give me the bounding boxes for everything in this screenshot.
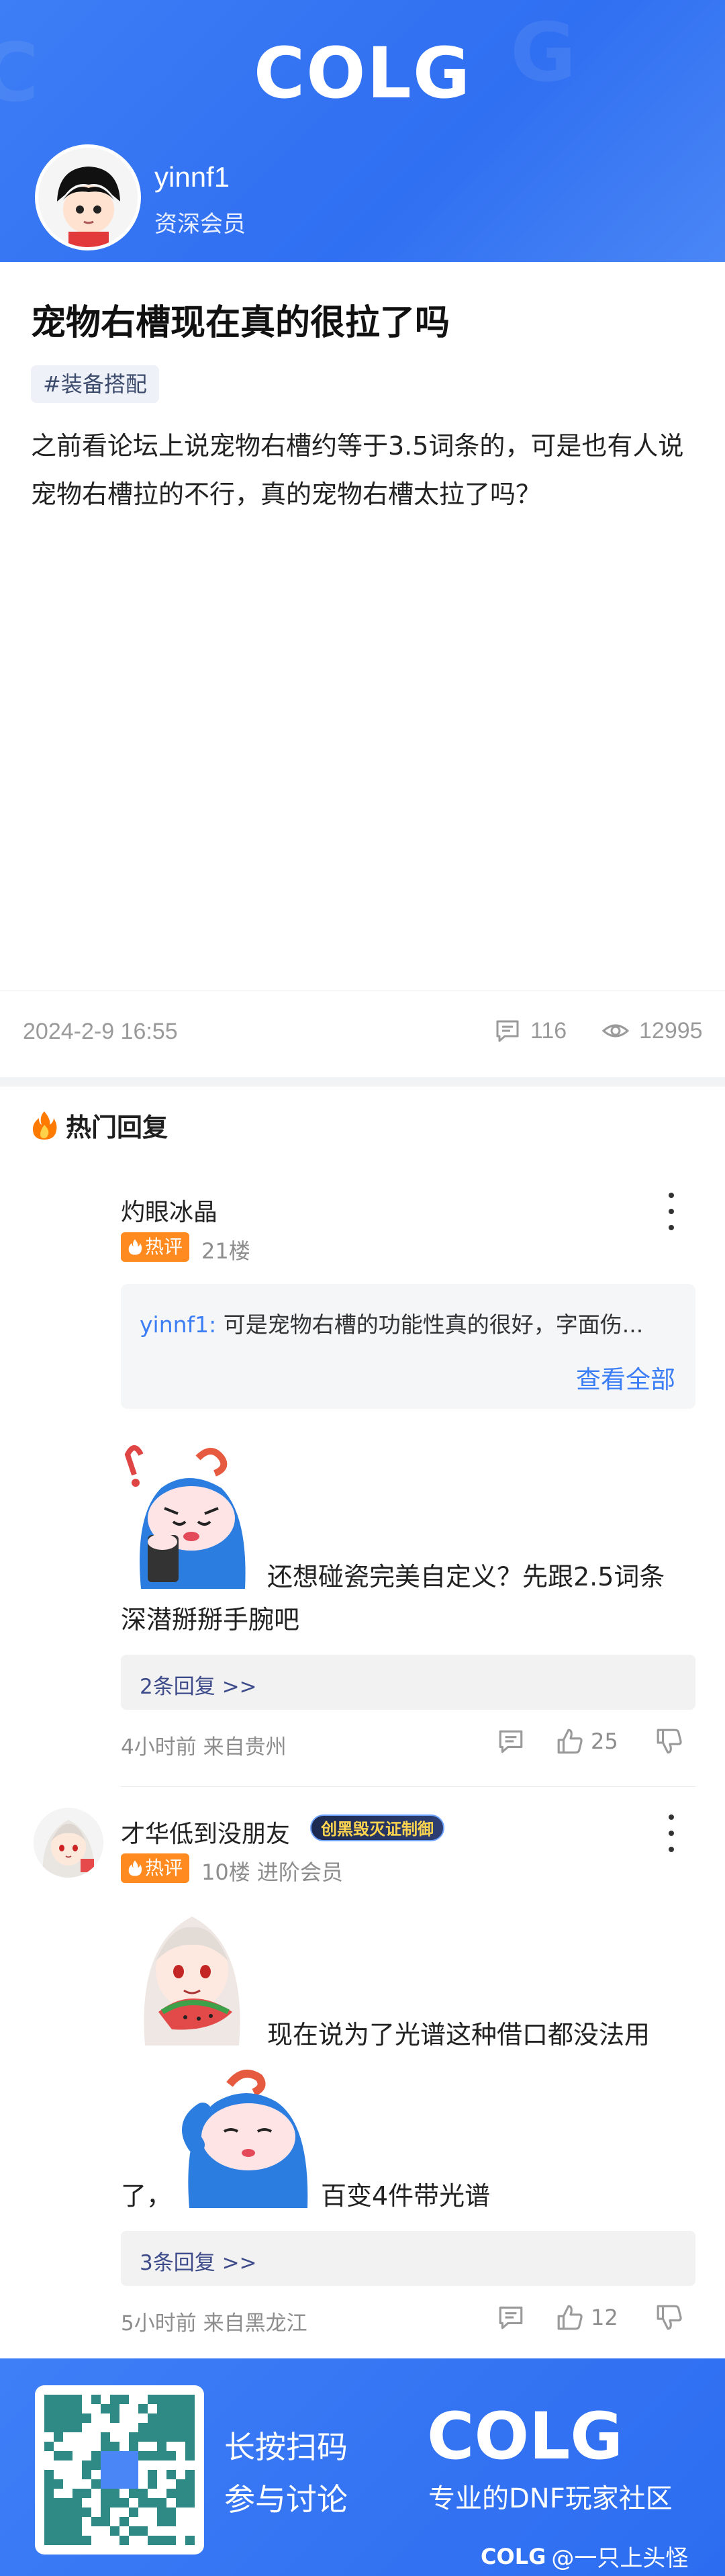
watermark-logo: COLG — [481, 2543, 546, 2569]
comment-text: 现在说为了光谱这种借口都没法用 — [267, 2020, 650, 2050]
comment-meta: 4小时前 来自贵州 — [121, 1735, 287, 1759]
post-body: 之前看论坛上说宠物右槽约等于3.5词条的，可是也有人说宠物右槽拉的不行，真的宠物… — [31, 431, 684, 509]
view-replies-button[interactable]: 3条回复 >> — [121, 2231, 695, 2286]
post-date: 2024-2-9 16:55 — [23, 1019, 178, 1044]
eye-icon — [601, 1024, 630, 1038]
comment-text: 了， — [121, 2181, 173, 2211]
header-banner: C G COLG yinnf1 资深会员 — [0, 0, 725, 262]
dislike-button[interactable] — [655, 1727, 683, 1755]
reply-button[interactable] — [497, 1727, 525, 1755]
scan-prompt: 长按扫码 — [224, 2429, 348, 2465]
watermark-text: @一只上头怪 — [551, 2545, 689, 2572]
comment-author[interactable]: 灼眼冰晶 — [121, 1193, 218, 1228]
footer-logo: COLG — [427, 2399, 624, 2474]
comment-count-value: 116 — [530, 1017, 567, 1044]
post-title: 宠物右槽现在真的很拉了吗 — [31, 303, 450, 343]
dislike-button[interactable] — [655, 2303, 683, 2332]
comment-text: 深潜掰掰手腕吧 — [121, 1605, 300, 1635]
like-button[interactable]: 12 — [556, 2303, 618, 2332]
thumbs-down-icon — [657, 2305, 682, 2330]
user-level: 资深会员 — [154, 211, 246, 238]
discuss-prompt: 参与讨论 — [224, 2481, 348, 2518]
section-divider — [0, 1077, 725, 1087]
sticker-image — [132, 1904, 252, 2045]
username[interactable]: yinnf1 — [154, 161, 230, 193]
fire-icon — [128, 1860, 142, 1876]
comment-text: 还想碰瓷完美自定义？先跟2.5词条 — [267, 1562, 665, 1592]
qr-code-pattern — [44, 2395, 195, 2545]
comment-meta: 5小时前 来自黑龙江 — [121, 2311, 307, 2336]
footer-slogan: 专业的DNF玩家社区 — [428, 2483, 673, 2514]
hot-badge: 热评 — [121, 1853, 190, 1883]
avatar-cartoon-icon — [38, 148, 138, 247]
view-all-link[interactable]: 查看全部 — [576, 1359, 675, 1395]
comment-icon — [499, 2306, 523, 2330]
like-button[interactable]: 25 — [556, 1727, 618, 1755]
like-count: 25 — [591, 1729, 618, 1754]
hot-badge-label: 热评 — [145, 1857, 183, 1879]
comment-separator — [121, 1786, 695, 1787]
hot-badge-label: 热评 — [145, 1236, 183, 1258]
post-meta: 2024-2-9 16:55 116 12995 — [0, 990, 725, 1077]
hot-badge: 热评 — [121, 1232, 190, 1262]
thumbs-up-icon — [557, 1729, 583, 1754]
comment-text: 百变4件带光谱 — [321, 2181, 491, 2211]
hot-replies-title: 热门回复 — [66, 1113, 168, 1142]
post-tag[interactable]: #装备搭配 — [31, 365, 159, 403]
more-options-icon[interactable] — [665, 1193, 678, 1230]
comment-count[interactable]: 116 — [494, 1017, 567, 1044]
view-replies-button[interactable]: 2条回复 >> — [121, 1655, 695, 1710]
comment-icon — [499, 1730, 523, 1753]
user-title-badge: 创黑毁灭证制御 — [310, 1814, 444, 1841]
comment-floor: 21楼 — [201, 1238, 250, 1264]
fire-icon — [32, 1111, 57, 1140]
comment-author[interactable]: 才华低到没朋友 — [121, 1814, 290, 1849]
avatar[interactable] — [35, 144, 141, 250]
view-count: 12995 — [601, 1017, 703, 1044]
sticker-image — [176, 2064, 317, 2208]
hot-replies-heading: 热门回复 — [31, 1107, 168, 1144]
more-options-icon[interactable] — [665, 1814, 678, 1852]
sticker-image — [121, 1441, 255, 1589]
comment-floor: 10楼 进阶会员 — [201, 1859, 343, 1885]
view-replies-label: 3条回复 >> — [140, 2251, 257, 2275]
thumbs-up-icon — [557, 2305, 583, 2330]
fire-icon — [128, 1239, 142, 1255]
commenter-avatar[interactable] — [34, 1808, 103, 1878]
quote-user[interactable]: yinnf1: — [140, 1312, 216, 1338]
colg-logo: COLG — [253, 32, 472, 114]
quote-content: 可是宠物右槽的功能性真的很好，字面伤... — [216, 1312, 644, 1338]
view-count-value: 12995 — [639, 1017, 703, 1044]
view-replies-label: 2条回复 >> — [140, 1675, 257, 1699]
anime-avatar-icon — [34, 1808, 103, 1878]
quoted-reply[interactable]: yinnf1: 可是宠物右槽的功能性真的很好，字面伤... 查看全部 — [121, 1284, 695, 1409]
qr-code[interactable] — [35, 2385, 204, 2555]
watermark: COLG @一只上头怪 — [481, 2540, 688, 2573]
quote-line: yinnf1: 可是宠物右槽的功能性真的很好，字面伤... — [140, 1307, 677, 1339]
thumbs-down-icon — [657, 1729, 682, 1754]
reply-button[interactable] — [497, 2303, 525, 2332]
comment-icon — [496, 1020, 519, 1042]
like-count: 12 — [591, 2305, 618, 2330]
footer-banner: 长按扫码 参与讨论 COLG 专业的DNF玩家社区 COLG @一只上头怪 — [0, 2358, 725, 2576]
